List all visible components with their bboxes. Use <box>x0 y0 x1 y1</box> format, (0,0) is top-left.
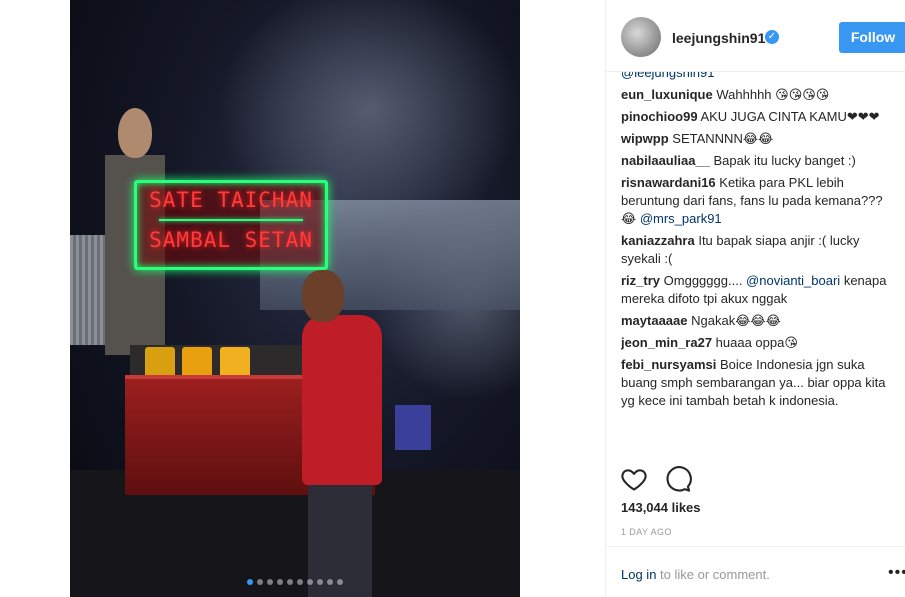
carousel-dots[interactable] <box>70 579 520 585</box>
action-bar <box>620 465 720 493</box>
carousel-dot[interactable] <box>247 579 253 585</box>
comments-list[interactable]: @leejungshin91 eun_luxunique Wahhhhh 😘😘😘😘… <box>621 72 901 460</box>
background-fence <box>70 235 110 345</box>
comment-item: @leejungshin91 <box>621 72 901 82</box>
comment-username[interactable]: kaniazzahra <box>621 233 695 248</box>
carousel-dot[interactable] <box>317 579 323 585</box>
post-photo[interactable]: SATE TAICHAN SAMBAL SETAN <box>70 0 520 597</box>
neon-sign-line-2: SAMBAL SETAN <box>149 228 313 252</box>
comment-username[interactable]: wipwpp <box>621 131 669 146</box>
comment-username[interactable]: riz_try <box>621 273 660 288</box>
carousel-dot[interactable] <box>337 579 343 585</box>
comment-username[interactable]: jeon_min_ra27 <box>621 335 712 350</box>
comment-bubble-icon[interactable] <box>664 465 693 493</box>
login-prompt: Log in to like or comment. <box>621 567 770 582</box>
neon-sign-line-1: SATE TAICHAN <box>149 188 313 212</box>
comment-mention-link[interactable]: @novianti_boari <box>746 273 840 288</box>
comment-item: riz_try Omgggggg.... @novianti_boari ken… <box>621 272 901 308</box>
post-header: leejungshin91 ✓ Follow <box>606 0 905 72</box>
comment-item: risnawardani16 Ketika para PKL lebih ber… <box>621 174 901 228</box>
comment-mention-link[interactable]: @mrs_park91 <box>640 211 722 226</box>
verified-badge-icon: ✓ <box>765 30 779 44</box>
comment-text: Wahhhhh 😘😘😘😘 <box>716 87 830 102</box>
comment-text: huaaa oppa😘 <box>715 335 798 350</box>
blue-stool <box>395 405 431 450</box>
comment-item: wipwpp SETANNNN😂😂 <box>621 130 901 148</box>
man-head <box>302 270 344 322</box>
comment-item: nabilaauliaa__ Bapak itu lucky banget :) <box>621 152 901 170</box>
comment-text: Ngakak😂😂😂 <box>691 313 781 328</box>
comment-username[interactable]: eun_luxunique <box>621 87 713 102</box>
like-count[interactable]: 143,044 likes <box>621 500 701 515</box>
comment-username[interactable]: pinochioo99 <box>621 109 698 124</box>
comment-item: pinochioo99 AKU JUGA CINTA KAMU❤❤❤ <box>621 108 901 126</box>
comment-username[interactable]: maytaaaae <box>621 313 688 328</box>
more-options-icon[interactable]: ••• <box>888 565 905 581</box>
carousel-dot[interactable] <box>257 579 263 585</box>
post-timestamp[interactable]: 1 DAY AGO <box>621 527 672 537</box>
neon-sign: SATE TAICHAN SAMBAL SETAN <box>134 180 328 270</box>
comment-username[interactable]: nabilaauliaa__ <box>621 153 710 168</box>
carousel-dot[interactable] <box>307 579 313 585</box>
login-prompt-rest: to like or comment. <box>656 567 770 582</box>
username[interactable]: leejungshin91 <box>672 30 765 46</box>
carousel-dot[interactable] <box>267 579 273 585</box>
carousel-dot[interactable] <box>327 579 333 585</box>
neon-sign-divider <box>159 219 303 221</box>
follow-button[interactable]: Follow <box>839 22 905 53</box>
comment-item: jeon_min_ra27 huaaa oppa😘 <box>621 334 901 352</box>
heart-outline-icon[interactable] <box>620 465 648 493</box>
comment-username[interactable]: febi_nursyamsi <box>621 357 716 372</box>
comment-item: kaniazzahra Itu bapak siapa anjir :( luc… <box>621 232 901 268</box>
comment-username[interactable]: risnawardani16 <box>621 175 716 190</box>
comment-item: febi_nursyamsi Boice Indonesia jgn suka … <box>621 356 901 410</box>
lamp-ornament <box>118 108 152 158</box>
comment-text: @leejungshin91 <box>621 72 715 80</box>
carousel-dot[interactable] <box>277 579 283 585</box>
comment-text: SETANNNN😂😂 <box>672 131 774 146</box>
avatar[interactable] <box>621 17 661 57</box>
login-footer: Log in to like or comment. ••• <box>606 546 905 597</box>
carousel-dot[interactable] <box>287 579 293 585</box>
comment-text: Bapak itu lucky banget :) <box>713 153 856 168</box>
login-link[interactable]: Log in <box>621 567 656 582</box>
comment-item: maytaaaae Ngakak😂😂😂 <box>621 312 901 330</box>
post-side-panel: leejungshin91 ✓ Follow @leejungshin91 eun… <box>605 0 905 597</box>
comment-text: Omgggggg.... <box>663 273 747 288</box>
comment-text: AKU JUGA CINTA KAMU❤❤❤ <box>700 109 880 124</box>
comment-item: eun_luxunique Wahhhhh 😘😘😘😘 <box>621 86 901 104</box>
man-red-shirt <box>302 315 382 485</box>
carousel-dot[interactable] <box>297 579 303 585</box>
